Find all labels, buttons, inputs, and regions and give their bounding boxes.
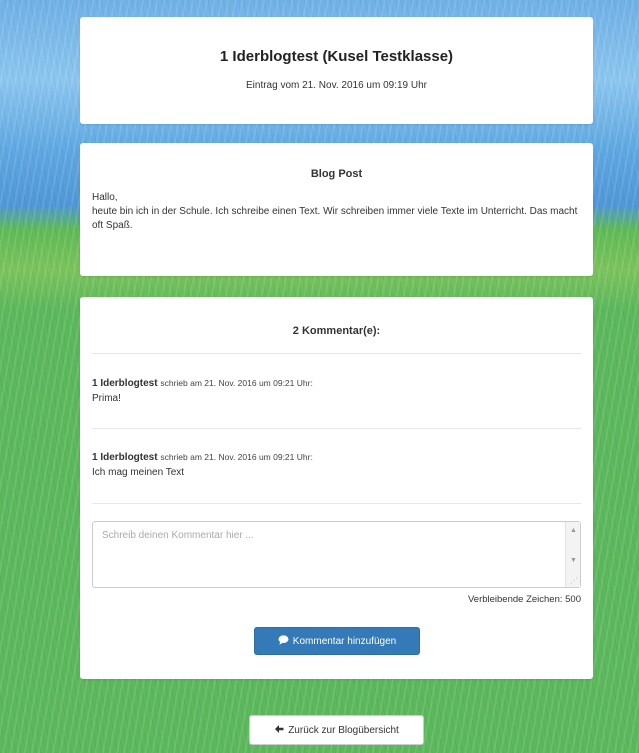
comment-input-wrapper: ▲ ▼ ⋰ [92,521,581,588]
arrow-left-icon [274,724,284,737]
comment-icon [278,634,289,648]
comment-item: 1 Iderblogtest schrieb am 21. Nov. 2016 … [92,376,581,406]
comment-meta: schrieb am 21. Nov. 2016 um 09:21 Uhr: [160,452,313,462]
comments-card: 2 Kommentar(e): 1 Iderblogtest schrieb a… [80,297,593,679]
blog-header-card: 1 Iderblogtest (Kusel Testklasse) Eintra… [80,17,593,124]
comment-meta: schrieb am 21. Nov. 2016 um 09:21 Uhr: [160,378,313,388]
comment-author: 1 Iderblogtest [92,378,158,389]
comment-author: 1 Iderblogtest [92,452,158,463]
comment-text: Prima! [92,393,121,404]
post-text: heute bin ich in der Schule. Ich schreib… [92,206,578,231]
post-greeting: Hallo, [92,192,118,203]
page-title: 1 Iderblogtest (Kusel Testklasse) [219,48,454,65]
comment-text: Ich mag meinen Text [92,467,185,478]
resize-handle-icon[interactable]: ⋰ [569,576,579,586]
comments-heading: 2 Kommentar(e): [292,325,381,337]
remaining-characters: Verbleibende Zeichen: 500 [467,594,581,605]
entry-date: Eintrag vom 21. Nov. 2016 um 09:19 Uhr [245,80,428,91]
back-label: Zurück zur Blogübersicht [288,724,399,736]
post-body: Hallo, heute bin ich in der Schule. Ich … [80,180,593,233]
divider [92,503,581,504]
scroll-down-icon[interactable]: ▼ [566,554,581,568]
comment-item: 1 Iderblogtest schrieb am 21. Nov. 2016 … [92,450,581,480]
post-heading: Blog Post [310,168,363,180]
divider [92,428,581,429]
blog-post-card: Blog Post Hallo, heute bin ich in der Sc… [80,143,593,276]
back-to-overview-button[interactable]: Zurück zur Blogübersicht [249,715,424,745]
add-comment-label: Kommentar hinzufügen [292,635,397,647]
add-comment-button[interactable]: Kommentar hinzufügen [254,627,420,655]
divider [92,353,581,354]
comment-input[interactable] [93,522,563,585]
scroll-up-icon[interactable]: ▲ [566,524,581,538]
